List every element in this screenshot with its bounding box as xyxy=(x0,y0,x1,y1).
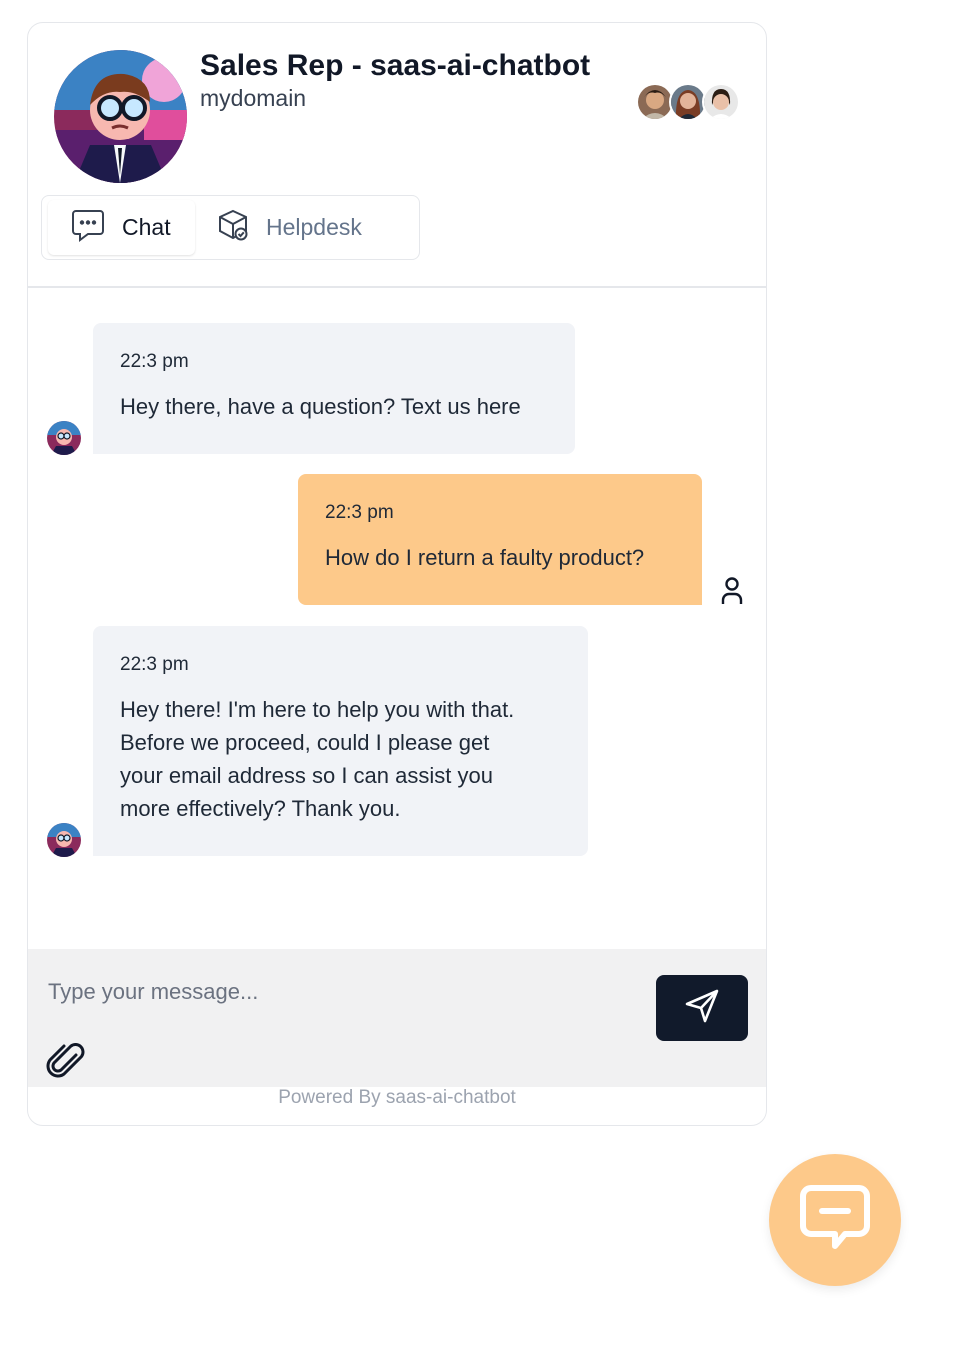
message-text: How do I return a faulty product? xyxy=(325,545,645,570)
chat-bubble-icon xyxy=(70,207,106,248)
user-avatar-icon xyxy=(715,573,749,607)
message-line: Hey there! I'm here to help you with tha… xyxy=(120,697,515,722)
send-icon xyxy=(683,987,721,1030)
rep-avatars xyxy=(636,83,746,121)
tab-helpdesk[interactable]: Helpdesk xyxy=(212,200,412,255)
chat-launcher-button[interactable] xyxy=(769,1154,901,1286)
bot-avatar-icon xyxy=(54,50,187,183)
message-line: your email address so I can assist you xyxy=(120,763,493,788)
chat-widget: Sales Rep - saas-ai-chatbot mydomain Cha… xyxy=(27,22,767,1126)
powered-by: Powered By saas-ai-chatbot xyxy=(278,1087,516,1108)
bot-avatar-small-icon xyxy=(47,823,81,857)
tab-helpdesk-label: Helpdesk xyxy=(266,214,362,240)
user-message: 22:3 pm How do I return a faulty product… xyxy=(298,474,702,605)
message-time: 22:3 pm xyxy=(325,502,394,523)
message-text: Hey there! I'm here to help you with tha… xyxy=(120,693,562,825)
tab-chat-label: Chat xyxy=(122,214,171,240)
agent-subtitle: mydomain xyxy=(200,85,307,111)
tab-chat[interactable]: Chat xyxy=(48,200,195,255)
helpdesk-box-icon xyxy=(216,208,250,247)
message-input[interactable] xyxy=(46,971,630,1013)
message-line: Before we proceed, could I please get xyxy=(120,730,490,755)
bot-message: 22:3 pm Hey there, have a question? Text… xyxy=(93,323,575,454)
agent-title: Sales Rep - saas-ai-chatbot xyxy=(200,49,591,82)
send-button[interactable] xyxy=(656,975,748,1041)
chat-launcher-icon xyxy=(797,1180,873,1261)
tab-bar: Chat Helpdesk xyxy=(41,195,420,260)
chat-header: Sales Rep - saas-ai-chatbot mydomain Cha… xyxy=(28,23,766,288)
rep-avatar-3 xyxy=(702,83,740,121)
paperclip-icon[interactable] xyxy=(46,1041,86,1081)
message-time: 22:3 pm xyxy=(120,351,189,372)
composer xyxy=(28,949,766,1087)
message-text: Hey there, have a question? Text us here xyxy=(120,394,521,419)
bot-message: 22:3 pm Hey there! I'm here to help you … xyxy=(93,626,588,856)
message-list: 22:3 pm Hey there, have a question? Text… xyxy=(28,290,766,950)
message-time: 22:3 pm xyxy=(120,654,189,675)
bot-avatar-small-icon xyxy=(47,421,81,455)
message-line: more effectively? Thank you. xyxy=(120,796,401,821)
